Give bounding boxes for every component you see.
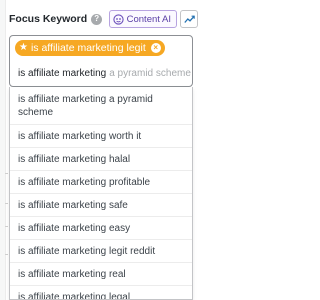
suggestion-item[interactable]: is affiliate marketing real [10,263,192,286]
keyword-tag-label: is affiliate marketing legit [30,42,146,54]
help-icon[interactable]: ? [91,13,103,25]
content-ai-button[interactable]: Content AI [108,10,177,28]
suggestion-item[interactable]: is affiliate marketing worth it [10,125,192,148]
page-edge [0,0,6,300]
suggestion-item[interactable]: is affiliate marketing a pyramid scheme [10,87,192,125]
suggestions-dropdown: is affiliate marketing a pyramid scheme … [9,87,193,300]
background-divider [5,173,8,174]
suggestion-item[interactable]: is affiliate marketing legal [10,286,192,300]
typed-value: is affiliate marketing [18,68,107,79]
focus-keyword-panel: Focus Keyword ? Content AI ★ is affiliat… [0,0,204,300]
background-divider [5,226,8,227]
suggestion-item[interactable]: is affiliate marketing legit reddit [10,240,192,263]
background-divider [5,203,8,204]
suggestion-item[interactable]: is affiliate marketing profitable [10,171,192,194]
suggestion-item[interactable]: is affiliate marketing safe [10,194,192,217]
focus-keyword-input[interactable]: ★ is affiliate marketing legit × is affi… [9,35,193,87]
trend-chart-icon [183,15,195,23]
remove-tag-icon[interactable]: × [150,43,161,53]
trend-button[interactable] [180,10,198,28]
suggestion-item[interactable]: is affiliate marketing easy [10,217,192,240]
content-ai-icon [112,13,124,25]
suggestion-item[interactable]: is affiliate marketing halal [10,148,192,171]
background-divider [5,254,8,255]
keyword-tag[interactable]: ★ is affiliate marketing legit × [15,40,165,56]
focus-keyword-header: Focus Keyword ? Content AI [9,10,198,28]
autocomplete-hint: a pyramid scheme [109,68,191,79]
star-icon: ★ [19,42,28,53]
focus-keyword-title: Focus Keyword [9,13,88,25]
content-ai-label: Content AI [126,13,171,25]
keyword-text-entry[interactable]: is affiliate marketing a pyramid scheme [18,68,191,79]
